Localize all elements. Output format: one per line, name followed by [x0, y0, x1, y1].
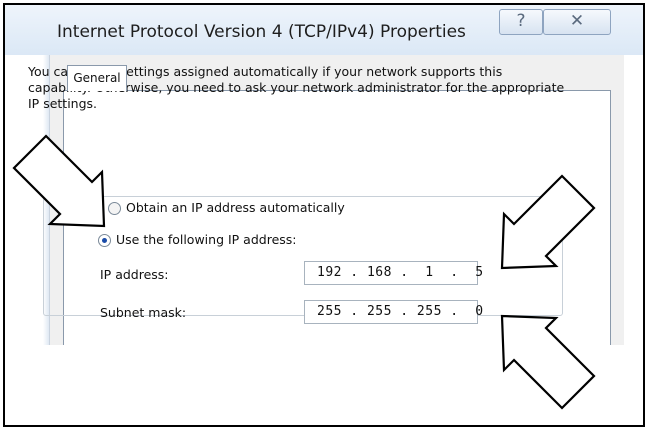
arrow-pointing-radio-icon: [12, 134, 106, 228]
screenshot-frame: Internet Protocol Version 4 (TCP/IPv4) P…: [3, 3, 645, 427]
arrow-pointing-subnet-mask-icon: [500, 314, 596, 410]
tab-general[interactable]: General: [67, 65, 127, 91]
arrow-pointing-ip-address-icon: [500, 174, 596, 270]
